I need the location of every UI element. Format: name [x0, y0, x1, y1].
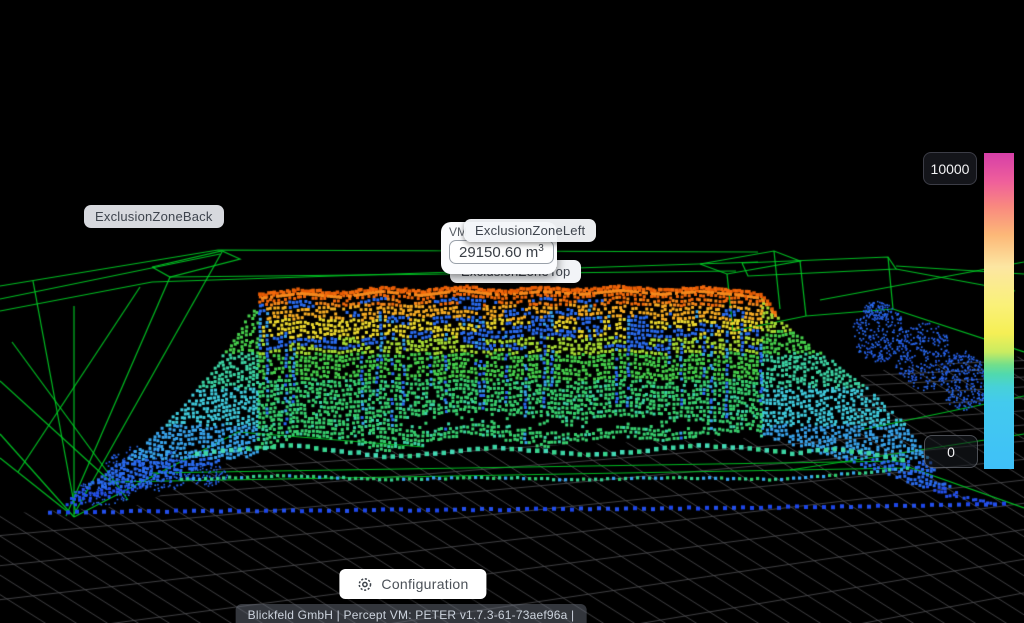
configuration-button-label: Configuration: [381, 576, 468, 592]
pointcloud-canvas[interactable]: [0, 0, 1024, 623]
footer-version-bar: Blickfeld GmbH | Percept VM: PETER v1.7.…: [236, 604, 587, 623]
zone-label-back: ExclusionZoneBack: [84, 205, 224, 228]
colorbar-max-badge: 10000: [923, 152, 977, 185]
configuration-button[interactable]: Configuration: [339, 569, 486, 599]
gear-icon: [357, 577, 372, 592]
colorbar-min-badge: 0: [924, 435, 978, 468]
colorbar-gradient: [984, 153, 1014, 469]
percept-3d-viewport: ExclusionZoneBack ExclusionZoneTop VM 29…: [0, 0, 1024, 623]
vm-tooltip: ExclusionZoneTop VM 29150.60 m3 Exclusio…: [441, 218, 601, 288]
volume-value: 29150.60 m3: [449, 240, 554, 264]
zone-label-left: ExclusionZoneLeft: [464, 219, 596, 242]
